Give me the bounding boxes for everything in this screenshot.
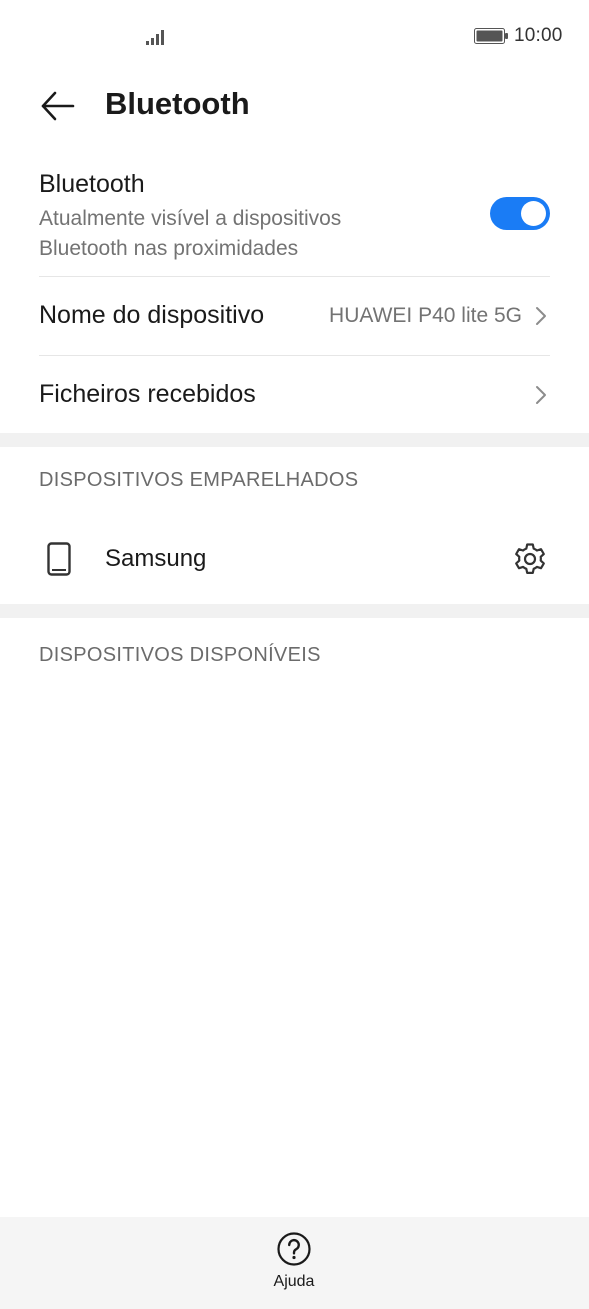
chevron-right-icon	[536, 307, 546, 325]
device-name-value: HUAWEI P40 lite 5G	[329, 304, 522, 327]
phone-icon	[47, 542, 71, 576]
battery-icon	[474, 28, 508, 44]
app-header: Bluetooth	[0, 72, 589, 142]
device-name-label: Nome do dispositivo	[39, 301, 265, 329]
available-devices-header: DISPOSITIVOS DISPONÍVEIS	[39, 644, 321, 666]
section-divider	[0, 433, 589, 447]
switch-knob	[521, 201, 546, 226]
page-title: Bluetooth	[105, 86, 250, 121]
section-divider	[0, 604, 589, 618]
gear-icon[interactable]	[512, 541, 548, 577]
back-arrow-icon[interactable]	[38, 88, 78, 124]
received-files-label: Ficheiros recebidos	[39, 380, 256, 408]
paired-device-name: Samsung	[105, 545, 207, 572]
help-button[interactable]: Ajuda	[254, 1231, 334, 1301]
bottom-bar: Ajuda	[0, 1217, 589, 1309]
status-time: 10:00	[514, 25, 563, 46]
bluetooth-switch[interactable]	[490, 197, 550, 230]
bluetooth-label: Bluetooth	[39, 170, 145, 198]
help-label: Ajuda	[273, 1273, 315, 1290]
received-files-row[interactable]: Ficheiros recebidos	[39, 356, 550, 434]
paired-device-row[interactable]: Samsung	[39, 520, 550, 598]
bluetooth-visibility-text: Atualmente visível a dispositivos Blueto…	[39, 204, 419, 264]
bluetooth-subtitle-line1: Atualmente visível a dispositivos	[39, 207, 342, 230]
device-name-row[interactable]: Nome do dispositivo HUAWEI P40 lite 5G	[39, 277, 550, 356]
paired-devices-header: DISPOSITIVOS EMPARELHADOS	[39, 469, 359, 491]
help-icon	[277, 1232, 311, 1266]
chevron-right-icon	[536, 386, 546, 404]
bluetooth-subtitle-line2: Bluetooth nas proximidades	[39, 237, 299, 260]
bluetooth-toggle-row[interactable]: Bluetooth Atualmente visível a dispositi…	[39, 168, 550, 277]
signal-strength-icon	[146, 30, 164, 45]
status-bar: 10:00	[0, 0, 589, 72]
